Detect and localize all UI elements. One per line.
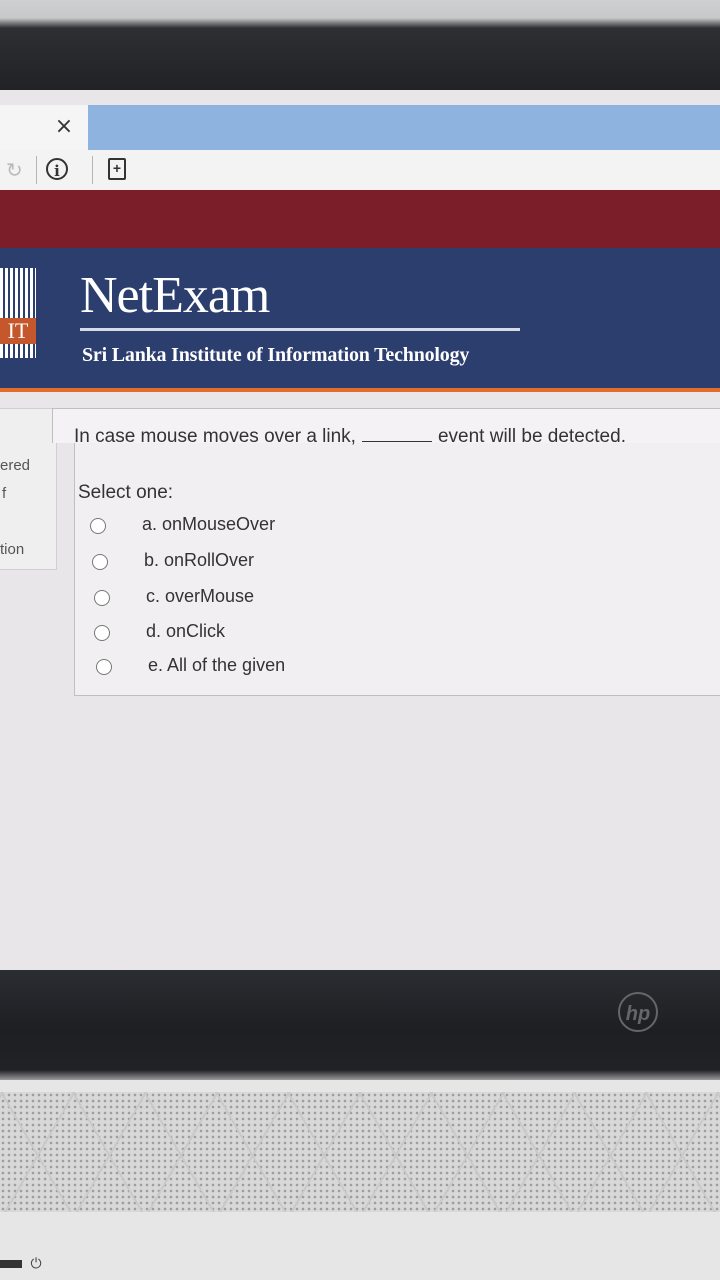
browser-tab[interactable]: ×: [0, 105, 88, 150]
reload-icon[interactable]: ↻: [6, 160, 26, 180]
option-label[interactable]: a. onMouseOver: [142, 514, 275, 535]
page-icon[interactable]: +: [108, 158, 126, 180]
sidebar-text: ered: [0, 457, 31, 474]
radio-button[interactable]: [94, 590, 110, 606]
sidebar-text: tion: [0, 541, 25, 558]
radio-button[interactable]: [96, 659, 112, 675]
option-label[interactable]: d. onClick: [146, 621, 225, 642]
option-label[interactable]: b. onRollOver: [144, 550, 254, 571]
radio-button[interactable]: [90, 518, 106, 534]
radio-button[interactable]: [92, 554, 108, 570]
radio-button[interactable]: [94, 625, 110, 641]
title-rule: [80, 328, 520, 331]
top-banner: [0, 190, 720, 248]
screen: × ↻ i + IT NetExam Sri Lanka Institute o…: [0, 90, 720, 970]
question-text-part: In case mouse moves over a link,: [74, 426, 356, 447]
address-bar: ↻ i +: [0, 150, 720, 190]
site-subtitle: Sri Lanka Institute of Information Techn…: [82, 344, 470, 366]
answer-blank: [361, 441, 432, 442]
laptop-deck: ⏻: [0, 1080, 720, 1280]
monitor-bezel-bottom: hp: [0, 970, 720, 1080]
power-icon[interactable]: ⏻: [28, 1256, 44, 1272]
question-info-block: ered f tion: [0, 408, 57, 570]
option-label[interactable]: c. overMouse: [146, 586, 254, 607]
info-icon[interactable]: i: [46, 158, 68, 180]
sidebar-text: f: [2, 485, 7, 502]
divider: [92, 156, 93, 184]
tab-strip-background: [88, 105, 720, 150]
accent-line: [0, 388, 720, 392]
hp-logo: hp: [618, 992, 658, 1032]
logo[interactable]: IT: [0, 268, 36, 358]
logo-text: IT: [0, 318, 36, 344]
divider: [36, 156, 37, 184]
site-header: IT NetExam Sri Lanka Institute of Inform…: [0, 248, 720, 388]
option-label[interactable]: e. All of the given: [148, 655, 285, 676]
speaker-grille: [0, 1092, 720, 1212]
close-icon[interactable]: ×: [52, 115, 76, 139]
tab-strip: ×: [0, 105, 720, 150]
site-title: NetExam: [80, 267, 270, 324]
select-one-label: Select one:: [78, 482, 174, 503]
question-text: In case mouse moves over a link, event wi…: [74, 426, 626, 448]
question-text-part: event will be detected.: [437, 426, 626, 447]
power-indicator: [0, 1260, 22, 1268]
